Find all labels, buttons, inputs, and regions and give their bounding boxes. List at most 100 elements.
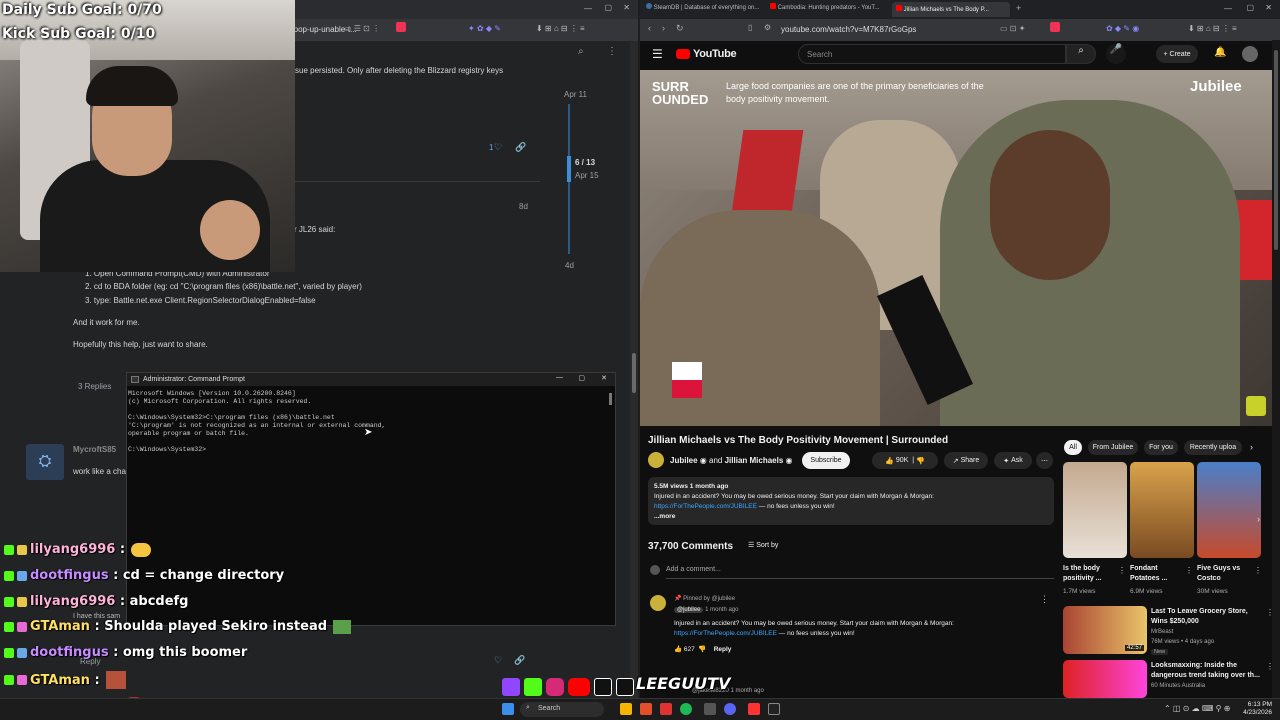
minimize-icon[interactable]: — [1224,4,1232,13]
chip-all[interactable]: All [1064,440,1082,455]
right-scrollbar[interactable] [1272,40,1280,698]
comment-reply-button[interactable]: Reply [714,646,732,653]
channel-watermark-icon[interactable] [1246,396,1266,416]
thumbs-down-icon[interactable]: 👎 [916,457,925,465]
discord-icon[interactable] [724,703,736,715]
youtube-logo-icon[interactable] [676,49,690,59]
short-thumbnail-2[interactable] [1130,462,1194,558]
rec-channel-1[interactable]: MrBeast [1151,629,1173,635]
cmd-close-icon[interactable]: ✕ [601,374,607,382]
tab-cambodia[interactable]: Cambodia: Hunting predators - YouT... [770,3,888,16]
bookmark-icon[interactable]: ▯ [748,23,752,32]
rec-thumbnail-1[interactable]: 42:57 [1063,606,1147,654]
tray-icons[interactable]: ⌃ ◫ ⊙ ☁ ⌨ ⚲ ⊕ [1164,704,1230,713]
subscribe-button[interactable]: Subscribe [802,452,850,469]
replies-toggle[interactable]: 3 Replies [78,382,111,391]
spotify-icon[interactable] [680,703,692,715]
left-scrollbar[interactable] [630,41,638,698]
description-box[interactable]: 5.5M views 1 month ago Injured in an acc… [648,477,1054,525]
user-avatar-icon[interactable]: ⛭ [26,444,64,480]
cmd-output[interactable]: Microsoft Windows [Version 10.0.26200.82… [127,386,615,454]
short-menu-icon[interactable]: ⋮ [1254,566,1262,575]
comment-avatar[interactable] [650,595,666,611]
reload-icon[interactable]: ↻ [676,23,684,34]
comment-menu-icon[interactable]: ⋮ [1040,594,1049,605]
heart-icon[interactable]: ♡ [494,142,502,153]
channel-name[interactable]: Jubilee [670,456,698,465]
short-title-1[interactable]: Is the body positivity ... [1063,564,1119,584]
more-icon[interactable]: ⋮ [607,46,617,57]
forward-icon[interactable]: › [662,23,665,33]
brave-icon[interactable] [640,703,652,715]
app-icon[interactable] [704,703,716,715]
short-thumbnail-3[interactable] [1197,462,1261,558]
maximize-icon[interactable]: ▢ [604,3,612,12]
menu-icon[interactable]: ☰ [652,47,663,61]
more-actions-icon[interactable]: ⋯ [1036,452,1053,469]
short-menu-icon[interactable]: ⋮ [1118,566,1126,575]
share-button[interactable]: ↗ Share [944,452,988,469]
app-icon[interactable] [748,703,760,715]
taskbar-search[interactable]: ⌕ Search [520,702,604,717]
rec-title-1[interactable]: Last To Leave Grocery Store, Wins $250,0… [1151,607,1263,627]
scrollbar-thumb[interactable] [632,353,636,393]
timeline-handle[interactable] [567,156,571,182]
short-title-3[interactable]: Five Guys vs Costco [1197,564,1253,584]
shorts-next-icon[interactable]: › [1257,514,1260,524]
chip-from-jubilee[interactable]: From Jubilee [1088,440,1138,455]
rec-menu-icon[interactable]: ⋮ [1266,608,1274,617]
rec-title-2[interactable]: Looksmaxxing: Inside the dangerous trend… [1151,661,1263,681]
cmd-scrollbar[interactable] [609,393,612,405]
rec-menu-icon[interactable]: ⋮ [1266,662,1274,671]
right-url[interactable]: youtube.com/watch?v=M7K87rGoGps [781,25,916,34]
search-icon[interactable]: ⌕ [578,46,584,57]
search-box[interactable]: Search [798,44,1066,64]
channel-avatar[interactable] [648,452,664,468]
short-title-2[interactable]: Fondant Potatoes ... [1130,564,1182,584]
extension-icon[interactable] [1050,22,1060,32]
video-player[interactable]: SURR OUNDED Large food companies are one… [640,70,1272,426]
thumbs-down-icon[interactable]: 👎 [698,646,706,653]
minimize-icon[interactable]: — [584,4,592,13]
collab-name[interactable]: Jillian Michaels [725,456,784,465]
cmd-minimize-icon[interactable]: — [556,374,563,381]
create-button[interactable]: + Create [1156,45,1198,63]
cmd-titlebar[interactable]: Administrator: Command Prompt — ▢ ✕ [127,373,615,386]
add-comment-input[interactable]: Add a comment... [666,566,721,573]
thumbs-up-icon[interactable]: 👍 [885,457,894,465]
ask-button[interactable]: ✦ Ask [994,452,1032,469]
app-icon[interactable] [660,703,672,715]
like-dislike-group[interactable]: 👍 90K | 👎 [872,452,938,469]
chips-next-icon[interactable]: › [1250,442,1253,452]
search-icon[interactable]: ⌕ [1066,44,1096,64]
rec-channel-2[interactable]: 60 Minutes Australia [1151,683,1205,689]
avatar[interactable] [1242,46,1258,62]
extension-icon[interactable] [396,22,406,32]
notifications-icon[interactable]: 🔔 [1214,47,1226,58]
reply-username[interactable]: MycroftS85 [73,445,116,454]
cmd-maximize-icon[interactable]: ▢ [578,374,585,382]
short-menu-icon[interactable]: ⋮ [1185,566,1193,575]
sort-by-button[interactable]: ☰ Sort by [748,541,778,549]
scrollbar-thumb[interactable] [1274,50,1278,250]
mic-icon[interactable]: 🎤 [1106,44,1126,64]
short-thumbnail-1[interactable] [1063,462,1127,558]
maximize-icon[interactable]: ▢ [1246,3,1254,12]
link-icon[interactable]: 🔗 [515,142,526,153]
clock[interactable]: 6:13 PM 4/23/2026 [1238,701,1272,717]
tab-steamdb[interactable]: SteamDB | Database of everything on... [646,3,764,16]
comment-link[interactable]: https://ForThePeople.com/JUBILEE [674,630,777,637]
chip-for-you[interactable]: For you [1144,440,1178,455]
file-explorer-icon[interactable] [620,703,632,715]
new-tab-icon[interactable]: + [1016,3,1021,13]
chip-recently-uploaded[interactable]: Recently uploa [1184,440,1242,455]
description-link[interactable]: https://ForThePeople.com/JUBILEE [654,503,757,510]
youtube-logo-text[interactable]: YouTube [693,48,737,60]
description-more[interactable]: ...more [654,512,1048,522]
heart-icon-2[interactable]: ♡ [494,655,502,666]
rec-thumbnail-2[interactable] [1063,660,1147,698]
tab-jillian[interactable]: Jillian Michaels vs The Body P... [892,2,1010,17]
start-icon[interactable] [502,703,514,715]
terminal-icon[interactable] [768,703,780,715]
site-info-icon[interactable]: ⚙ [764,23,771,32]
